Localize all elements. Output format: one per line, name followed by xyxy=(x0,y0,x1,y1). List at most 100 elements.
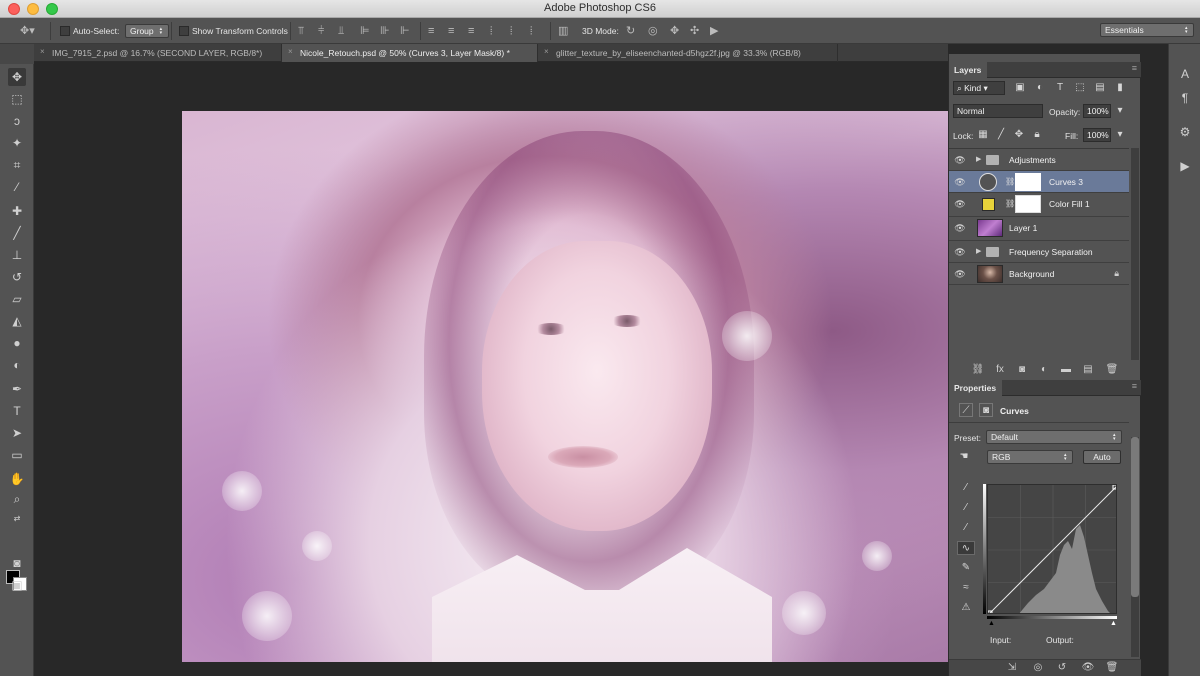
view-previous-state-icon[interactable]: ◎ xyxy=(1031,662,1045,673)
quick-mask-icon[interactable]: ◙ xyxy=(8,554,26,572)
align-top-edges-icon[interactable]: ⫪ xyxy=(298,24,304,38)
clipping-warning-icon[interactable]: ⚠ xyxy=(957,601,975,615)
new-adjustment-layer-icon[interactable]: ◐ xyxy=(1037,364,1051,375)
reset-adjustment-icon[interactable]: ↺ xyxy=(1055,662,1069,673)
visibility-eye-icon[interactable]: 👁︎ xyxy=(954,223,966,233)
clone-stamp-tool-icon[interactable]: ⊥ xyxy=(8,246,26,264)
close-tab-icon[interactable]: × xyxy=(544,47,549,56)
move-tool-preset-icon[interactable]: ✥▾ xyxy=(20,24,35,38)
paragraph-panel-icon[interactable]: ¶ xyxy=(1177,90,1193,106)
filter-toggle-icon[interactable]: ▮ xyxy=(1113,81,1127,95)
layer-thumbnail[interactable] xyxy=(977,265,1003,283)
lock-position-icon[interactable]: ✥ xyxy=(1012,128,1026,142)
link-layers-icon[interactable]: ⛓︎ xyxy=(971,364,985,375)
eyedropper-tool-icon[interactable]: ⁄ xyxy=(8,178,26,196)
layer-row-background[interactable]: 👁︎ Background 🔒︎ xyxy=(949,263,1129,285)
layer-thumbnail[interactable] xyxy=(977,219,1003,237)
filter-kind-dropdown[interactable]: ⌕ Kind ▾ xyxy=(953,81,1005,95)
crop-tool-icon[interactable]: ⌗ xyxy=(8,156,26,174)
align-right-edges-icon[interactable]: ⊩ xyxy=(400,24,410,38)
auto-select-dropdown[interactable]: Group xyxy=(125,24,169,38)
toggle-visibility-icon[interactable]: 👁︎ xyxy=(1081,662,1095,673)
zoom-tool-icon[interactable]: ⌕ xyxy=(8,490,26,508)
expand-group-icon[interactable]: ▶ xyxy=(976,155,981,163)
layer-row-color-fill-1[interactable]: 👁︎ ⛓︎ Color Fill 1 xyxy=(949,193,1129,217)
layer-row-frequency-separation[interactable]: 👁︎ ▶ Frequency Separation xyxy=(949,241,1129,263)
distribute-left-icon[interactable]: ⦙ xyxy=(490,24,492,38)
actions-panel-icon[interactable]: ⚙ xyxy=(1177,124,1193,140)
auto-select-checkbox[interactable] xyxy=(60,26,70,36)
layer-mask-thumbnail[interactable] xyxy=(1015,173,1041,191)
visibility-eye-icon[interactable]: 👁︎ xyxy=(954,155,966,165)
tab-img-7915[interactable]: × IMG_7915_2.psd @ 16.7% (SECOND LAYER, … xyxy=(34,44,282,62)
distribute-bottom-icon[interactable]: ≡ xyxy=(468,24,474,38)
path-selection-tool-icon[interactable]: ➤ xyxy=(8,424,26,442)
eraser-tool-icon[interactable]: ▱ xyxy=(8,290,26,308)
black-input-slider[interactable]: ▲ xyxy=(988,620,995,627)
lasso-tool-icon[interactable]: ↄ xyxy=(8,112,26,130)
edit-points-curve-icon[interactable]: ∿ xyxy=(957,541,975,555)
document-image[interactable] xyxy=(182,111,948,662)
opacity-dropdown-icon[interactable]: ▾ xyxy=(1113,104,1127,118)
type-filter-icon[interactable]: T xyxy=(1053,81,1067,95)
preset-dropdown[interactable]: Default xyxy=(986,430,1122,444)
layers-panel-tab[interactable]: Layers xyxy=(949,62,988,78)
character-panel-icon[interactable]: A xyxy=(1177,66,1193,82)
on-image-adjust-hand-icon[interactable]: ☚ xyxy=(957,450,971,464)
panel-menu-icon[interactable]: ≡ xyxy=(1132,63,1137,73)
opacity-input[interactable]: 100% xyxy=(1083,104,1111,118)
mask-icon[interactable]: ◙ xyxy=(979,403,993,417)
new-layer-icon[interactable]: ▤ xyxy=(1081,364,1095,375)
auto-align-layers-icon[interactable]: ▥ xyxy=(558,24,568,38)
camera-3d-icon[interactable]: ▶ xyxy=(710,24,718,38)
pen-tool-icon[interactable]: ✒ xyxy=(8,380,26,398)
black-point-eyedropper-icon[interactable]: ⁄ xyxy=(959,481,973,495)
align-vertical-centers-icon[interactable]: ⫩ xyxy=(318,24,324,38)
canvas-area[interactable] xyxy=(34,62,948,676)
hand-tool-icon[interactable]: ✋ xyxy=(8,470,26,488)
auto-button[interactable]: Auto xyxy=(1083,450,1121,464)
properties-panel-tab[interactable]: Properties xyxy=(949,380,1003,396)
mask-link-icon[interactable]: ⛓︎ xyxy=(1005,177,1015,186)
marquee-tool-icon[interactable]: ⬚ xyxy=(8,90,26,108)
align-left-edges-icon[interactable]: ⊫ xyxy=(360,24,370,38)
lock-all-icon[interactable]: 🔒︎ xyxy=(1030,128,1044,142)
delete-layer-icon[interactable]: 🗑︎ xyxy=(1105,364,1119,375)
layer-row-curves-3[interactable]: 👁︎ ⛓︎ Curves 3 xyxy=(949,171,1129,193)
layer-mask-thumbnail[interactable] xyxy=(1015,195,1041,213)
screen-mode-icon[interactable]: ▣ xyxy=(8,576,26,594)
show-transform-controls-checkbox[interactable] xyxy=(179,26,189,36)
play-panel-icon[interactable]: ▶ xyxy=(1177,158,1193,174)
dodge-tool-icon[interactable]: ◐ xyxy=(8,356,26,374)
drag-3d-icon[interactable]: ✥ xyxy=(670,24,679,38)
close-tab-icon[interactable]: × xyxy=(40,47,45,56)
visibility-eye-icon[interactable]: 👁︎ xyxy=(954,247,966,257)
shape-filter-icon[interactable]: ⬚ xyxy=(1073,81,1087,95)
workspace-dropdown[interactable]: Essentials xyxy=(1100,23,1194,37)
brush-tool-icon[interactable]: ╱ xyxy=(8,224,26,242)
rotate-3d-icon[interactable]: ↻ xyxy=(626,24,635,38)
visibility-eye-icon[interactable]: 👁︎ xyxy=(954,199,966,209)
history-brush-tool-icon[interactable]: ↺ xyxy=(8,268,26,286)
pixel-filter-icon[interactable]: ▣ xyxy=(1013,81,1027,95)
fill-color-swatch[interactable] xyxy=(982,198,995,211)
roll-3d-icon[interactable]: ◎ xyxy=(648,24,658,38)
smooth-curve-icon[interactable]: ≈ xyxy=(959,581,973,595)
add-mask-icon[interactable]: ◙ xyxy=(1015,364,1029,375)
draw-curve-pencil-icon[interactable]: ✎ xyxy=(959,561,973,575)
gray-point-eyedropper-icon[interactable]: ⁄ xyxy=(959,501,973,515)
fill-input[interactable]: 100% xyxy=(1083,128,1111,142)
white-point-eyedropper-icon[interactable]: ⁄ xyxy=(959,521,973,535)
panel-menu-icon[interactable]: ≡ xyxy=(1132,381,1137,391)
swap-colors-icon[interactable]: ⇄ xyxy=(8,510,26,528)
close-tab-icon[interactable]: × xyxy=(288,47,293,56)
move-tool-icon[interactable]: ✥ xyxy=(8,68,26,86)
smart-object-filter-icon[interactable]: ▤ xyxy=(1093,81,1107,95)
tab-nicole-retouch[interactable]: × Nicole_Retouch.psd @ 50% (Curves 3, La… xyxy=(282,44,538,62)
expand-group-icon[interactable]: ▶ xyxy=(976,247,981,255)
tools-panel-grip[interactable] xyxy=(0,44,34,64)
channel-dropdown[interactable]: RGB xyxy=(987,450,1073,464)
rectangle-tool-icon[interactable]: ▭ xyxy=(8,446,26,464)
tab-glitter-texture[interactable]: × glitter_texture_by_eliseenchanted-d5hg… xyxy=(538,44,838,62)
visibility-eye-icon[interactable]: 👁︎ xyxy=(954,177,966,187)
